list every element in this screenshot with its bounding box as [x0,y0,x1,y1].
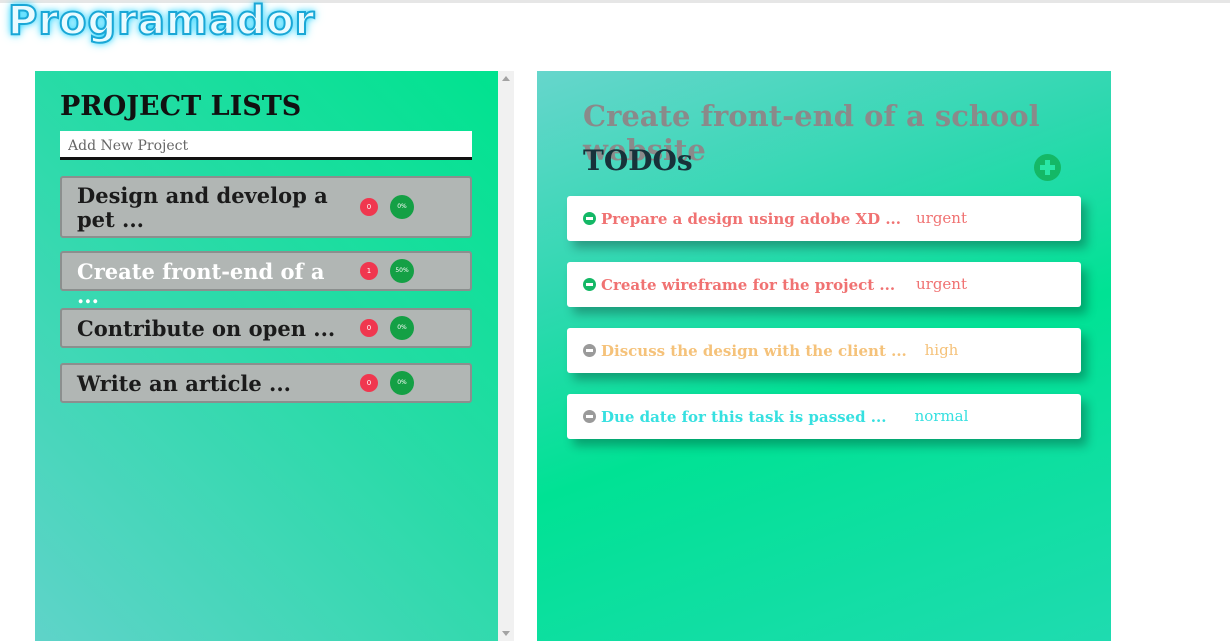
minus-circle-icon[interactable] [583,278,596,291]
progress-badge: 0% [390,371,414,395]
todo-text: Prepare a design using adobe XD ... [601,210,901,228]
todo-count-badge: 1 [360,262,378,280]
scroll-up-arrow-icon[interactable] [502,76,510,81]
app-logo[interactable]: Programador [7,0,315,45]
project-item[interactable]: Contribute on open ... 0 0% [60,308,472,348]
progress-badge: 0% [390,195,414,219]
add-todo-plus-circle-icon[interactable] [1034,154,1061,181]
project-name: Contribute on open ... [77,316,336,341]
minus-circle-icon[interactable] [583,410,596,423]
todo-count-badge: 0 [360,319,378,337]
todo-item[interactable]: Create wireframe for the project ... urg… [567,262,1081,307]
minus-circle-icon[interactable] [583,344,596,357]
project-name: Create front-end of a ... [77,259,325,308]
project-name: Design and develop a pet ... [77,183,328,232]
project-list-title: PROJECT LISTS [60,91,302,122]
project-list-scrollbar[interactable] [498,71,514,641]
project-item[interactable]: Design and develop a pet ... 0 0% [60,176,472,238]
todo-priority: urgent [916,275,967,293]
project-item[interactable]: Write an article ... 0 0% [60,363,472,403]
todo-priority: normal [914,407,969,425]
todo-priority: high [924,341,959,359]
todos-panel: Create front-end of a school website TOD… [537,71,1111,641]
project-list-panel: PROJECT LISTS Design and develop a pet .… [35,71,498,641]
minus-circle-icon[interactable] [583,212,596,225]
progress-badge: 0% [390,316,414,340]
todo-text: Due date for this task is passed ... [601,408,887,426]
todo-count-badge: 0 [360,198,378,216]
todo-text: Create wireframe for the project ... [601,276,896,294]
todo-priority: urgent [916,209,967,227]
todo-count-badge: 0 [360,374,378,392]
todo-text: Discuss the design with the client ... [601,342,907,360]
todo-item[interactable]: Due date for this task is passed ... nor… [567,394,1081,439]
todos-heading: TODOs [583,144,693,177]
scroll-down-arrow-icon[interactable] [502,631,510,636]
project-item-active[interactable]: Create front-end of a ... 1 50% [60,251,472,308]
todo-item[interactable]: Discuss the design with the client ... h… [567,328,1081,373]
project-name: Write an article ... [77,371,291,396]
todo-item[interactable]: Prepare a design using adobe XD ... urge… [567,196,1081,241]
progress-badge: 50% [390,259,414,283]
add-new-project-input[interactable] [60,131,472,160]
